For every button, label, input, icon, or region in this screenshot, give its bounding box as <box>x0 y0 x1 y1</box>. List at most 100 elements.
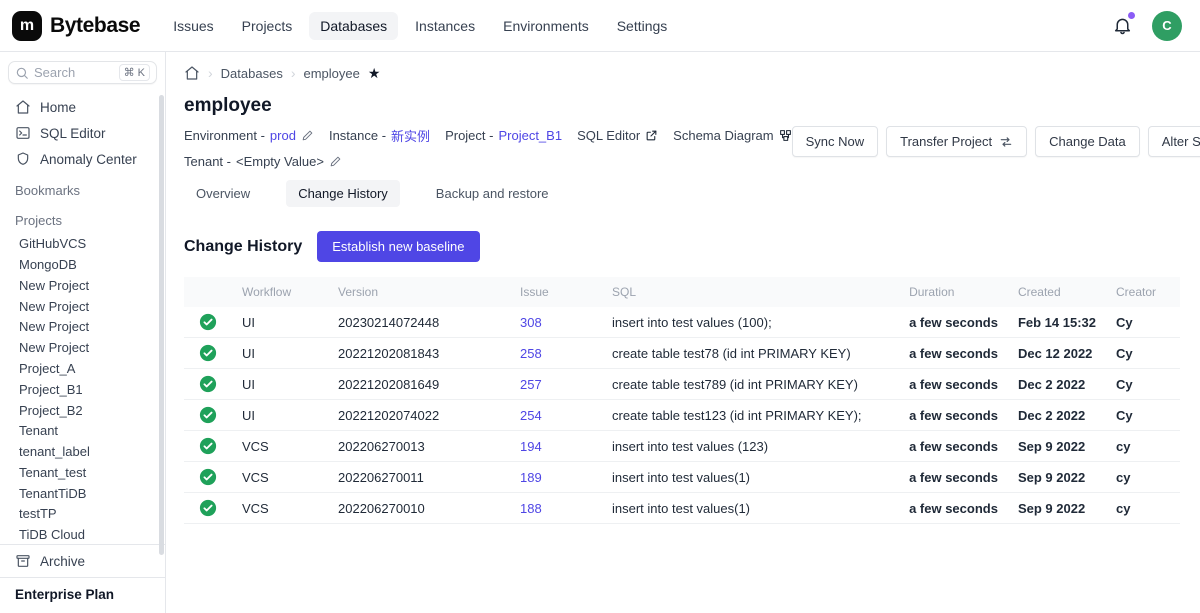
notifications-bell-icon[interactable] <box>1112 15 1134 37</box>
nav-item-instances[interactable]: Instances <box>404 12 486 40</box>
nav-item-databases[interactable]: Databases <box>309 12 398 40</box>
brand-link[interactable]: m Bytebase <box>12 11 140 41</box>
sidebar-project-item[interactable]: New Project <box>0 336 165 357</box>
breadcrumb-home-icon[interactable] <box>184 65 200 81</box>
notification-dot <box>1128 12 1135 19</box>
table-row[interactable]: UI 20221202081649 257 create table test7… <box>184 369 1180 400</box>
sidebar-project-item[interactable]: Project_A <box>0 357 165 378</box>
nav-item-environments[interactable]: Environments <box>492 12 600 40</box>
issue-link[interactable]: 194 <box>520 439 542 454</box>
tenant-meta: Tenant - <Empty Value> <box>184 154 342 169</box>
transfer-icon <box>999 135 1013 149</box>
page-actions: Sync Now Transfer Project Change Data <box>792 126 1200 157</box>
sidebar-project-item[interactable]: testTP <box>0 502 165 523</box>
sidebar-project-item[interactable]: Project_B1 <box>0 378 165 399</box>
instance-link[interactable]: 新实例 <box>391 126 430 145</box>
created-cell: Sep 9 2022 <box>1008 462 1106 493</box>
issue-link[interactable]: 188 <box>520 501 542 516</box>
edit-pencil-icon[interactable] <box>329 155 342 168</box>
table-row[interactable]: VCS 202206270013 194 insert into test va… <box>184 431 1180 462</box>
projects-section-label: Projects <box>0 202 165 232</box>
breadcrumb-databases-link[interactable]: Databases <box>221 66 283 81</box>
column-header-created: Created <box>1008 277 1106 307</box>
environment-label: Environment - <box>184 128 265 143</box>
page-title: employee <box>184 95 1180 117</box>
sidebar-item-archive[interactable]: Archive <box>0 544 165 577</box>
user-avatar[interactable]: C <box>1152 11 1182 41</box>
sync-now-button[interactable]: Sync Now <box>792 126 879 157</box>
creator-cell: Cy <box>1106 338 1180 369</box>
sidebar: ⌘ K Home SQL Editor <box>0 52 166 613</box>
table-row[interactable]: UI 20230214072448 308 insert into test v… <box>184 307 1180 338</box>
table-row[interactable]: VCS 202206270010 188 insert into test va… <box>184 493 1180 524</box>
sidebar-project-item[interactable]: tenant_label <box>0 440 165 461</box>
top-nav: Issues Projects Databases Instances Envi… <box>162 12 678 40</box>
sql-editor-shortcut[interactable]: SQL Editor <box>577 128 658 143</box>
nav-item-projects[interactable]: Projects <box>231 12 304 40</box>
table-row[interactable]: UI 20221202081843 258 create table test7… <box>184 338 1180 369</box>
tab-change-history[interactable]: Change History <box>286 180 400 207</box>
alter-schema-button[interactable]: Alter Schema <box>1148 126 1200 157</box>
issue-link[interactable]: 254 <box>520 408 542 423</box>
subscription-plan-label[interactable]: Enterprise Plan <box>0 577 165 613</box>
sidebar-item-label: Anomaly Center <box>40 152 137 167</box>
transfer-project-button[interactable]: Transfer Project <box>886 126 1027 157</box>
sidebar-project-item[interactable]: New Project <box>0 295 165 316</box>
tab-backup-restore[interactable]: Backup and restore <box>424 180 561 207</box>
column-header-duration: Duration <box>899 277 1008 307</box>
sidebar-project-item[interactable]: Tenant_test <box>0 461 165 482</box>
schema-diagram-label: Schema Diagram <box>673 128 773 143</box>
status-cell <box>184 369 232 400</box>
sidebar-project-item[interactable]: MongoDB <box>0 253 165 274</box>
issue-link[interactable]: 189 <box>520 470 542 485</box>
button-label: Sync Now <box>806 134 865 149</box>
tenant-value: <Empty Value> <box>236 154 324 169</box>
schema-diagram-shortcut[interactable]: Schema Diagram <box>673 128 791 143</box>
nav-item-issues[interactable]: Issues <box>162 12 224 40</box>
table-row[interactable]: UI 20221202074022 254 create table test1… <box>184 400 1180 431</box>
column-header-status <box>184 277 232 307</box>
issue-link[interactable]: 257 <box>520 377 542 392</box>
sidebar-item-anomaly-center[interactable]: Anomaly Center <box>0 146 165 172</box>
workflow-cell: VCS <box>232 462 328 493</box>
sql-cell: insert into test values (100); <box>602 307 899 338</box>
created-cell: Dec 2 2022 <box>1008 369 1106 400</box>
brand-name: Bytebase <box>50 14 140 38</box>
favorite-star-icon[interactable]: ★ <box>368 66 381 80</box>
main-content: › Databases › employee ★ employee Enviro… <box>166 52 1200 613</box>
section-title: Change History <box>184 238 302 256</box>
sidebar-project-item[interactable]: New Project <box>0 274 165 295</box>
button-label: Transfer Project <box>900 134 992 149</box>
version-cell: 20230214072448 <box>328 307 510 338</box>
version-cell: 202206270010 <box>328 493 510 524</box>
duration-cell: a few seconds <box>899 431 1008 462</box>
sidebar-project-item[interactable]: Tenant <box>0 419 165 440</box>
workflow-cell: UI <box>232 307 328 338</box>
tab-overview[interactable]: Overview <box>184 180 262 207</box>
success-check-icon <box>194 499 222 517</box>
establish-baseline-button[interactable]: Establish new baseline <box>317 231 479 262</box>
environment-link[interactable]: prod <box>270 128 296 143</box>
sidebar-project-item[interactable]: GitHubVCS <box>0 232 165 253</box>
sidebar-project-item[interactable]: TiDB Cloud <box>0 523 165 544</box>
edit-pencil-icon[interactable] <box>301 129 314 142</box>
sidebar-project-item[interactable]: Project_B2 <box>0 399 165 420</box>
search-input[interactable] <box>34 65 114 80</box>
version-cell: 20221202081649 <box>328 369 510 400</box>
table-row[interactable]: VCS 202206270011 189 insert into test va… <box>184 462 1180 493</box>
nav-item-settings[interactable]: Settings <box>606 12 679 40</box>
issue-link[interactable]: 308 <box>520 315 542 330</box>
sidebar-scrollbar-thumb[interactable] <box>159 95 164 555</box>
status-cell <box>184 493 232 524</box>
bookmarks-section-label: Bookmarks <box>0 172 165 202</box>
sidebar-project-item[interactable]: TenantTiDB <box>0 482 165 503</box>
sidebar-project-item[interactable]: New Project <box>0 315 165 336</box>
environment-meta: Environment - prod <box>184 128 314 143</box>
project-link[interactable]: Project_B1 <box>498 128 562 143</box>
version-cell: 20221202081843 <box>328 338 510 369</box>
change-data-button[interactable]: Change Data <box>1035 126 1140 157</box>
sidebar-item-sql-editor[interactable]: SQL Editor <box>0 120 165 146</box>
sidebar-item-home[interactable]: Home <box>0 94 165 120</box>
success-check-icon <box>194 406 222 424</box>
issue-link[interactable]: 258 <box>520 346 542 361</box>
